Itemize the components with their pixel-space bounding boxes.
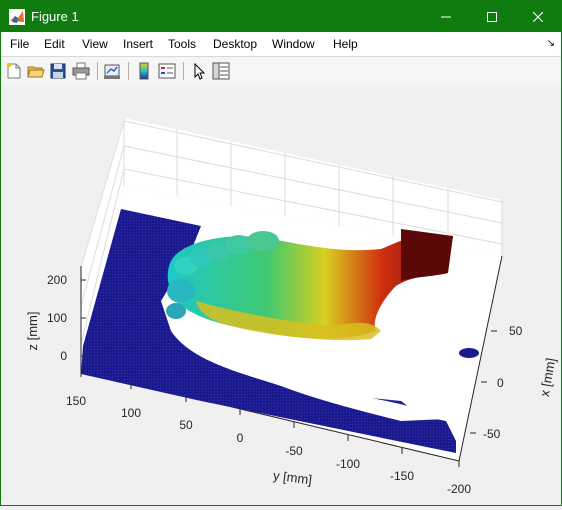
- x-tick: 0: [497, 376, 504, 390]
- new-figure-icon[interactable]: [5, 62, 23, 80]
- plot-area: 200 100 0 z [mm] 150 100 50 0 -50 -100 -…: [1, 85, 561, 505]
- close-button[interactable]: [515, 1, 561, 32]
- z-tick: 200: [47, 273, 67, 287]
- open-file-icon[interactable]: [27, 62, 45, 80]
- minimize-icon: [441, 16, 451, 17]
- toolbar-separator: [128, 62, 129, 80]
- maximize-button[interactable]: [469, 1, 515, 32]
- window-title: Figure 1: [31, 9, 79, 24]
- y-tick: 150: [66, 394, 86, 408]
- matlab-logo-icon: [9, 9, 25, 25]
- y-tick: 100: [121, 406, 141, 420]
- menu-tools[interactable]: Tools: [168, 37, 196, 51]
- close-icon: [533, 11, 543, 22]
- figure-window: Figure 1 File Edit View Insert Tools Des…: [0, 0, 562, 506]
- maximize-icon: [487, 11, 497, 22]
- minimize-button[interactable]: [423, 1, 469, 32]
- y-tick: -150: [390, 469, 414, 483]
- y-tick: -100: [336, 457, 360, 471]
- y-tick: 0: [237, 431, 244, 445]
- x-tick: -50: [483, 427, 501, 441]
- menu-insert[interactable]: Insert: [123, 37, 153, 51]
- y-axis-label: y [mm]: [272, 468, 313, 488]
- x-axis-label: x [mm]: [537, 357, 559, 398]
- menu-edit[interactable]: Edit: [44, 37, 65, 51]
- menu-bar: File Edit View Insert Tools Desktop Wind…: [1, 32, 561, 56]
- z-axis-label: z [mm]: [25, 312, 40, 351]
- menu-view[interactable]: View: [82, 37, 108, 51]
- menu-file[interactable]: File: [10, 37, 29, 51]
- menu-desktop[interactable]: Desktop: [213, 37, 257, 51]
- print-icon[interactable]: [72, 62, 90, 80]
- z-tick: 0: [60, 349, 67, 363]
- heel-ridge: [401, 229, 453, 281]
- scan-artifact: [459, 348, 479, 358]
- title-bar: Figure 1: [1, 1, 561, 32]
- dock-arrow-icon[interactable]: ↘: [547, 38, 555, 49]
- menu-window[interactable]: Window: [272, 37, 315, 51]
- property-inspector-icon[interactable]: [212, 62, 230, 80]
- toolbar-separator: [97, 62, 98, 80]
- legend-icon[interactable]: [158, 62, 176, 80]
- link-plot-icon[interactable]: [103, 62, 121, 80]
- y-tick: -200: [447, 482, 471, 496]
- x-tick: 50: [509, 324, 523, 338]
- axes-3d[interactable]: 200 100 0 z [mm] 150 100 50 0 -50 -100 -…: [1, 85, 561, 505]
- z-tick: 100: [47, 311, 67, 325]
- figure-toolbar: [1, 56, 561, 86]
- menu-help[interactable]: Help: [333, 37, 358, 51]
- save-icon[interactable]: [49, 62, 67, 80]
- y-tick: 50: [179, 418, 193, 432]
- toolbar-separator: [183, 62, 184, 80]
- edit-plot-arrow-icon[interactable]: [190, 62, 208, 80]
- y-tick: -50: [285, 444, 303, 458]
- colorbar-icon[interactable]: [135, 62, 153, 80]
